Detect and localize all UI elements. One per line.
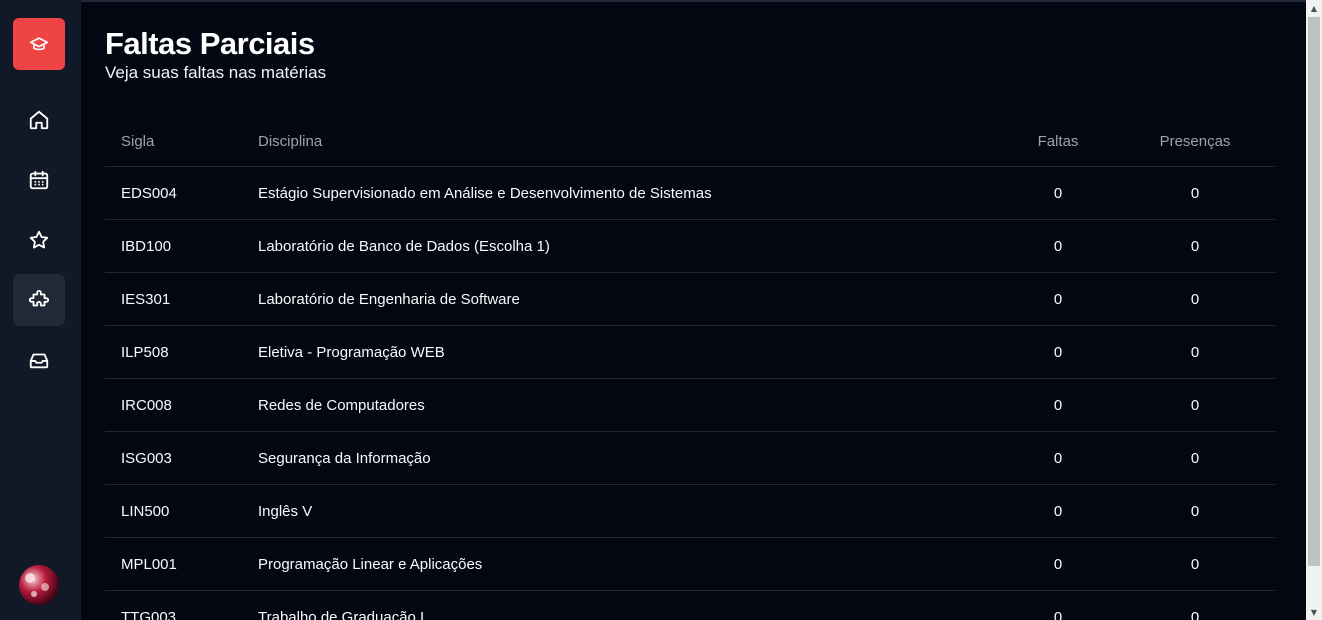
table-row: MPL001 Programação Linear e Aplicações 0 0 bbox=[105, 538, 1275, 591]
table-row: EDS004 Estágio Supervisionado em Análise … bbox=[105, 167, 1275, 220]
column-header-disciplina: Disciplina bbox=[258, 132, 323, 150]
table-row: TTG003 Trabalho de Graduação I 0 0 bbox=[105, 591, 1275, 620]
cell-presencas: 0 bbox=[1190, 396, 1200, 414]
sidebar bbox=[0, 0, 81, 620]
cell-presencas: 0 bbox=[1190, 184, 1200, 202]
app-logo[interactable] bbox=[13, 18, 65, 70]
cell-sigla: ILP508 bbox=[121, 343, 169, 361]
cell-sigla: MPL001 bbox=[121, 555, 177, 573]
cell-presencas: 0 bbox=[1190, 290, 1200, 308]
column-header-faltas: Faltas bbox=[1037, 132, 1079, 150]
cell-presencas: 0 bbox=[1190, 343, 1200, 361]
cell-sigla: IES301 bbox=[121, 290, 171, 308]
cell-faltas: 0 bbox=[1053, 237, 1063, 255]
sidebar-item-favorites[interactable] bbox=[13, 214, 65, 266]
faltas-table: Sigla Disciplina Faltas Presenças EDS004… bbox=[105, 116, 1275, 620]
cell-sigla: LIN500 bbox=[121, 502, 170, 520]
cell-disciplina: Trabalho de Graduação I bbox=[258, 608, 425, 620]
cell-disciplina: Eletiva - Programação WEB bbox=[258, 343, 445, 361]
table-row: ISG003 Segurança da Informação 0 0 bbox=[105, 432, 1275, 485]
cell-faltas: 0 bbox=[1053, 608, 1063, 620]
table-row: IRC008 Redes de Computadores 0 0 bbox=[105, 379, 1275, 432]
table-row: LIN500 Inglês V 0 0 bbox=[105, 485, 1275, 538]
table-row: ILP508 Eletiva - Programação WEB 0 0 bbox=[105, 326, 1275, 379]
cell-presencas: 0 bbox=[1190, 555, 1200, 573]
scrollbar-thumb[interactable] bbox=[1308, 17, 1320, 566]
cell-faltas: 0 bbox=[1053, 396, 1063, 414]
table-header: Sigla Disciplina Faltas Presenças bbox=[105, 116, 1275, 167]
scroll-down-arrow-icon[interactable]: ▼ bbox=[1306, 604, 1322, 620]
cell-presencas: 0 bbox=[1190, 502, 1200, 520]
star-icon bbox=[29, 230, 49, 249]
vertical-scrollbar[interactable]: ▲ ▼ bbox=[1306, 0, 1322, 620]
sidebar-item-inbox[interactable] bbox=[13, 334, 65, 386]
cell-faltas: 0 bbox=[1053, 184, 1063, 202]
sidebar-item-home[interactable] bbox=[13, 94, 65, 146]
cell-sigla: IRC008 bbox=[121, 396, 172, 414]
main-content: Faltas Parciais Veja suas faltas nas mat… bbox=[81, 0, 1306, 620]
page-title: Faltas Parciais bbox=[105, 26, 315, 61]
cell-disciplina: Inglês V bbox=[258, 502, 313, 520]
cell-faltas: 0 bbox=[1053, 449, 1063, 467]
column-header-sigla: Sigla bbox=[121, 132, 155, 150]
cell-disciplina: Estágio Supervisionado em Análise e Dese… bbox=[258, 184, 712, 202]
table-body: EDS004 Estágio Supervisionado em Análise … bbox=[105, 167, 1275, 620]
home-icon bbox=[29, 110, 49, 130]
cell-presencas: 0 bbox=[1190, 237, 1200, 255]
cell-presencas: 0 bbox=[1190, 608, 1200, 620]
cell-disciplina: Laboratório de Banco de Dados (Escolha 1… bbox=[258, 237, 550, 255]
user-avatar[interactable] bbox=[19, 565, 59, 605]
cell-sigla: IBD100 bbox=[121, 237, 172, 255]
calendar-icon bbox=[29, 170, 49, 190]
cell-faltas: 0 bbox=[1053, 502, 1063, 520]
page-subtitle: Veja suas faltas nas matérias bbox=[105, 63, 327, 82]
scroll-up-arrow-icon[interactable]: ▲ bbox=[1306, 0, 1322, 16]
cell-sigla: TTG003 bbox=[121, 608, 177, 620]
cell-faltas: 0 bbox=[1053, 343, 1063, 361]
puzzle-icon bbox=[28, 289, 50, 307]
cell-presencas: 0 bbox=[1190, 449, 1200, 467]
table-row: IBD100 Laboratório de Banco de Dados (Esc… bbox=[105, 220, 1275, 273]
sidebar-item-faltas[interactable] bbox=[13, 274, 65, 326]
cell-sigla: EDS004 bbox=[121, 184, 177, 202]
cell-disciplina: Segurança da Informação bbox=[258, 449, 431, 467]
app-window: Faltas Parciais Veja suas faltas nas mat… bbox=[0, 0, 1322, 620]
cell-faltas: 0 bbox=[1053, 290, 1063, 308]
cell-sigla: ISG003 bbox=[121, 449, 172, 467]
cell-disciplina: Laboratório de Engenharia de Software bbox=[258, 290, 520, 308]
sidebar-item-calendar[interactable] bbox=[13, 154, 65, 206]
cell-disciplina: Redes de Computadores bbox=[258, 396, 425, 414]
table-row: IES301 Laboratório de Engenharia de Softw… bbox=[105, 273, 1275, 326]
cell-disciplina: Programação Linear e Aplicações bbox=[258, 555, 483, 573]
graduation-cap-icon bbox=[29, 37, 49, 51]
cell-faltas: 0 bbox=[1053, 555, 1063, 573]
column-header-presencas: Presenças bbox=[1159, 132, 1231, 150]
inbox-icon bbox=[29, 353, 49, 369]
